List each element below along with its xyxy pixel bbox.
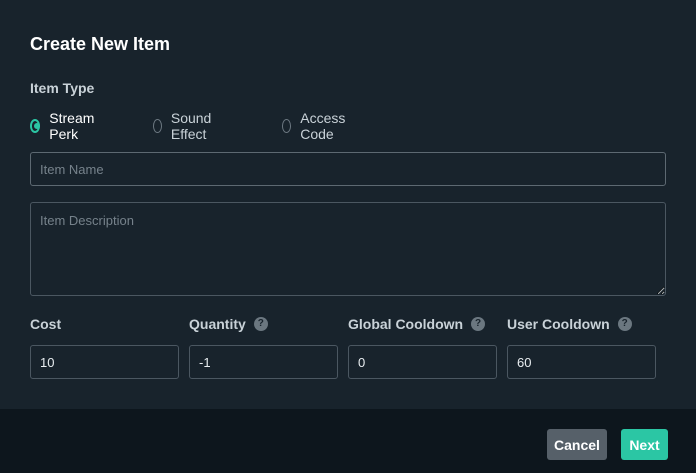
- radio-checked-icon: [30, 119, 41, 133]
- item-description-input[interactable]: [30, 202, 666, 296]
- user-cooldown-label-text: User Cooldown: [507, 316, 610, 332]
- cost-label: Cost: [30, 316, 61, 332]
- radio-label: Access Code: [300, 110, 346, 142]
- item-type-label: Item Type: [30, 80, 95, 96]
- radio-unchecked-icon: [282, 119, 292, 133]
- next-button[interactable]: Next: [621, 429, 668, 460]
- global-cooldown-label-text: Global Cooldown: [348, 316, 464, 332]
- radio-stream-perk[interactable]: Stream Perk: [30, 110, 98, 142]
- question-circle-icon[interactable]: ?: [471, 317, 486, 331]
- quantity-label: Quantity ?: [189, 316, 268, 332]
- global-cooldown-label: Global Cooldown ?: [348, 316, 486, 332]
- item-name-input[interactable]: [30, 152, 666, 186]
- dialog-footer: Cancel Next: [0, 409, 696, 473]
- radio-label: Stream Perk: [49, 110, 95, 142]
- cancel-button[interactable]: Cancel: [547, 429, 607, 460]
- cost-label-text: Cost: [30, 316, 62, 332]
- global-cooldown-input[interactable]: [348, 345, 497, 379]
- cost-input[interactable]: [30, 345, 179, 379]
- user-cooldown-input[interactable]: [507, 345, 656, 379]
- question-circle-icon[interactable]: ?: [253, 317, 268, 331]
- question-circle-icon[interactable]: ?: [617, 317, 632, 331]
- radio-access-code[interactable]: Access Code: [282, 110, 350, 142]
- radio-label: Sound Effect: [170, 110, 212, 142]
- quantity-label-text: Quantity: [189, 316, 246, 332]
- quantity-input[interactable]: [189, 345, 338, 379]
- dialog-title: Create New Item: [30, 34, 171, 54]
- user-cooldown-label: User Cooldown ?: [507, 316, 632, 332]
- radio-sound-effect[interactable]: Sound Effect: [153, 110, 216, 142]
- radio-unchecked-icon: [153, 119, 162, 133]
- create-item-dialog: Create New Item Item Type Stream Perk So…: [0, 0, 696, 473]
